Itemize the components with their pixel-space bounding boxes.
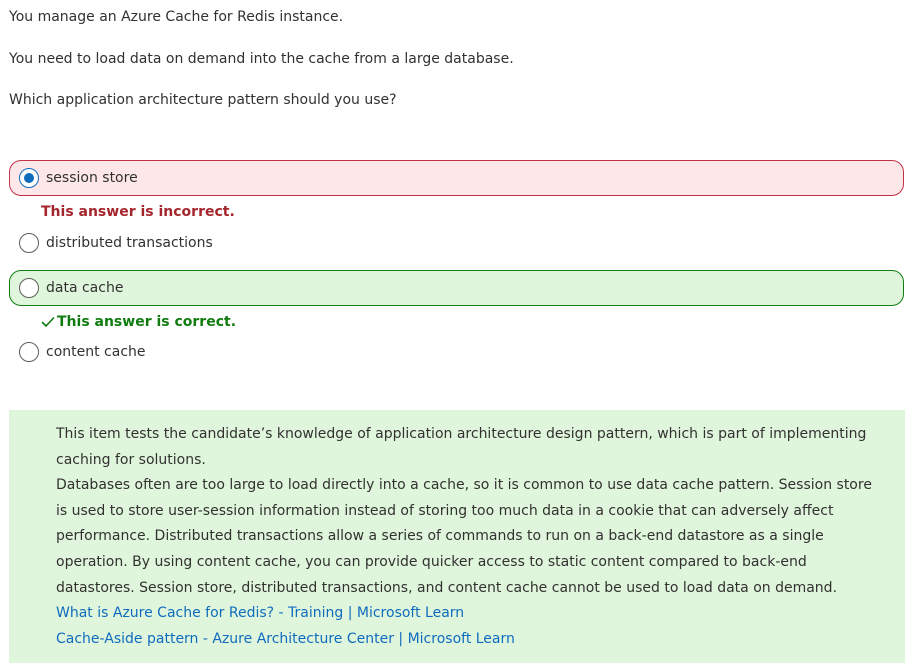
- question-text-line-1: You manage an Azure Cache for Redis inst…: [9, 9, 344, 25]
- answer-option-label: content cache: [46, 344, 146, 360]
- answer-option-label: distributed transactions: [46, 235, 213, 251]
- explanation-text-line: is used to store user-session informatio…: [56, 502, 834, 519]
- answer-option-distributed-transactions[interactable]: distributed transactions: [9, 225, 904, 261]
- explanation-panel: This item tests the candidate’s knowledg…: [9, 410, 905, 663]
- answer-option-label: session store: [46, 170, 138, 186]
- answer-option-session-store[interactable]: session store: [9, 160, 904, 196]
- answer-option-content-cache[interactable]: content cache: [9, 334, 904, 370]
- explanation-text-line: operation. By using content cache, you c…: [56, 553, 807, 570]
- checkmark-icon: [41, 317, 55, 327]
- explanation-text-line: This item tests the candidate’s knowledg…: [56, 426, 867, 442]
- correct-feedback: This answer is correct.: [41, 313, 236, 331]
- reference-link-azure-cache-training[interactable]: What is Azure Cache for Redis? - Trainin…: [56, 601, 865, 627]
- question-prompt: Which application architecture pattern s…: [9, 92, 397, 108]
- radio-button[interactable]: [19, 278, 39, 298]
- answer-option-label: data cache: [46, 280, 124, 296]
- question-text-line-2: You need to load data on demand into the…: [9, 51, 514, 67]
- explanation-text-line: datastores. Session store, distributed t…: [56, 579, 838, 596]
- explanation-text-line: performance. Distributed transactions al…: [56, 528, 824, 545]
- correct-feedback-text: This answer is correct.: [57, 314, 237, 330]
- answer-option-data-cache[interactable]: data cache: [9, 270, 904, 306]
- reference-link-cache-aside-pattern[interactable]: Cache-Aside pattern - Azure Architecture…: [56, 627, 865, 653]
- radio-button[interactable]: [19, 342, 39, 362]
- radio-button-selected[interactable]: [19, 168, 39, 188]
- incorrect-feedback: This answer is incorrect.: [41, 204, 235, 220]
- explanation-text-line: Databases often are too large to load di…: [56, 477, 872, 494]
- radio-button[interactable]: [19, 233, 39, 253]
- explanation-text-line: caching for solutions.: [56, 451, 206, 468]
